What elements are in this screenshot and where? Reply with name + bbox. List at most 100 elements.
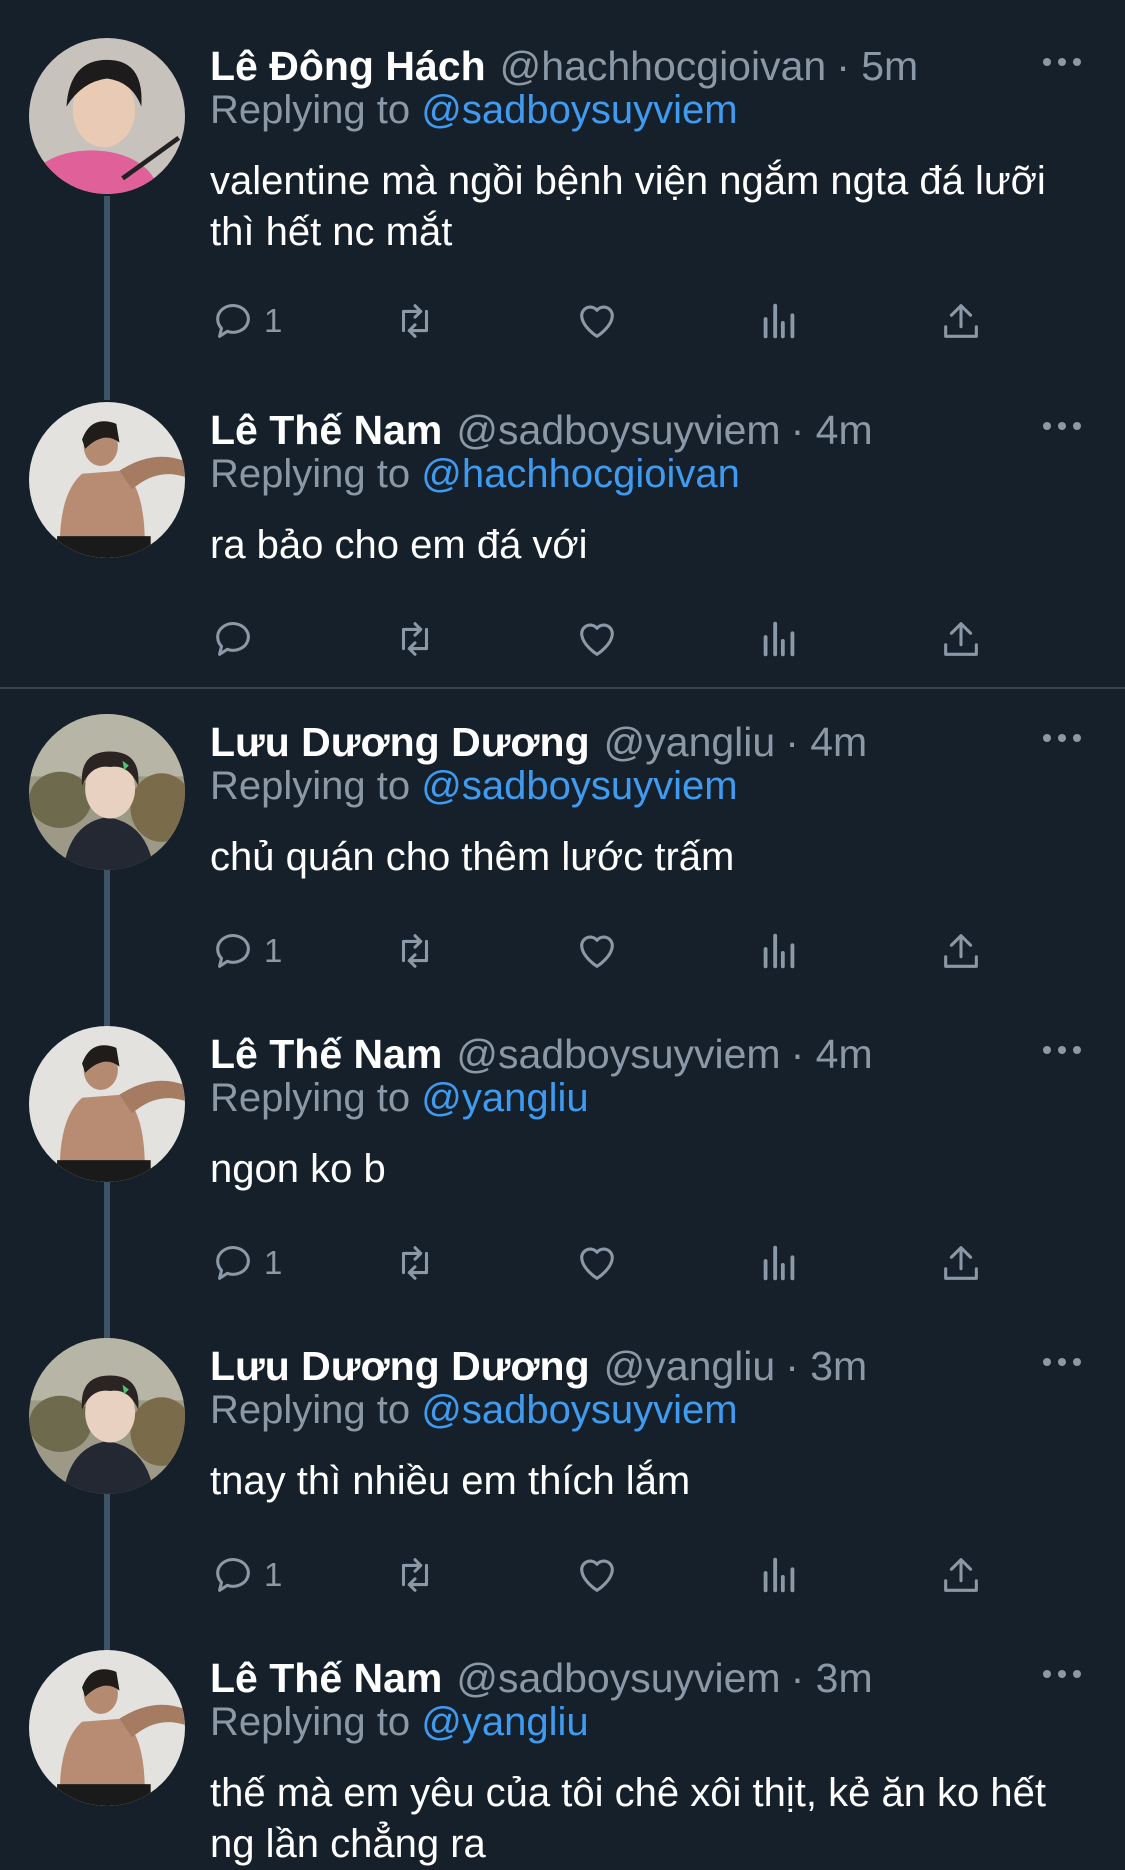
avatar-image bbox=[29, 402, 185, 558]
avatar[interactable] bbox=[29, 402, 185, 558]
share-icon bbox=[944, 1558, 978, 1592]
action-bar: 1 bbox=[210, 926, 1010, 976]
conversation-divider bbox=[0, 687, 1125, 689]
replying-label: Replying to bbox=[210, 452, 411, 496]
share-button[interactable] bbox=[938, 614, 984, 664]
retweet-icon bbox=[401, 934, 429, 968]
replying-label: Replying to bbox=[210, 1700, 411, 1744]
retweet-icon bbox=[401, 1246, 429, 1280]
heart-icon bbox=[580, 1247, 614, 1280]
reply-button[interactable]: 1 bbox=[210, 1550, 282, 1600]
handle[interactable]: @yangliu bbox=[604, 1343, 776, 1390]
reply-button[interactable]: 1 bbox=[210, 1238, 282, 1288]
more-icon[interactable] bbox=[1040, 52, 1084, 72]
mention-link[interactable]: @sadboysuyviem bbox=[421, 1388, 737, 1432]
display-name[interactable]: Lê Thế Nam bbox=[210, 407, 442, 454]
tweet-header: Lê Thế Nam @sadboysuyviem · 4m bbox=[210, 1026, 873, 1082]
like-button[interactable] bbox=[574, 926, 620, 976]
avatar[interactable] bbox=[29, 714, 185, 870]
reply-button[interactable]: 1 bbox=[210, 926, 282, 976]
like-button[interactable] bbox=[574, 614, 620, 664]
analytics-icon bbox=[763, 303, 795, 339]
like-button[interactable] bbox=[574, 1550, 620, 1600]
avatar-image bbox=[29, 38, 185, 194]
heart-icon bbox=[580, 623, 614, 656]
share-icon bbox=[944, 1246, 978, 1280]
tweet-text: valentine mà ngồi bệnh viện ngắm ngta đá… bbox=[210, 159, 1046, 254]
analytics-button[interactable] bbox=[756, 1238, 802, 1288]
analytics-button[interactable] bbox=[756, 926, 802, 976]
mention-link[interactable]: @sadboysuyviem bbox=[421, 88, 737, 132]
display-name[interactable]: Lưu Dương Dương bbox=[210, 719, 590, 766]
replying-to: Replying to @sadboysuyviem bbox=[210, 764, 738, 809]
share-button[interactable] bbox=[938, 926, 984, 976]
reply-icon bbox=[216, 1557, 250, 1592]
replying-to: Replying to @yangliu bbox=[210, 1700, 589, 1745]
retweet-icon bbox=[401, 1558, 429, 1592]
replying-label: Replying to bbox=[210, 88, 411, 132]
retweet-button[interactable] bbox=[392, 1238, 438, 1288]
tweet-header: Lê Thế Nam @sadboysuyviem · 3m bbox=[210, 1650, 873, 1706]
replying-to: Replying to @hachhocgioivan bbox=[210, 452, 740, 497]
reply-icon bbox=[216, 621, 250, 656]
display-name[interactable]: Lê Thế Nam bbox=[210, 1031, 442, 1078]
thread-line bbox=[104, 870, 110, 1030]
retweet-button[interactable] bbox=[392, 614, 438, 664]
share-icon bbox=[944, 622, 978, 656]
handle[interactable]: @sadboysuyviem bbox=[456, 1031, 780, 1078]
tweet-text: ra bảo cho em đá với bbox=[210, 523, 588, 567]
retweet-button[interactable] bbox=[392, 926, 438, 976]
replying-label: Replying to bbox=[210, 1388, 411, 1432]
avatar[interactable] bbox=[29, 1026, 185, 1182]
handle[interactable]: @yangliu bbox=[604, 719, 776, 766]
share-icon bbox=[944, 304, 978, 338]
mention-link[interactable]: @yangliu bbox=[421, 1700, 588, 1744]
handle[interactable]: @sadboysuyviem bbox=[456, 1655, 780, 1702]
like-button[interactable] bbox=[574, 1238, 620, 1288]
reply-button[interactable] bbox=[210, 614, 264, 664]
action-bar bbox=[210, 614, 1010, 664]
display-name[interactable]: Lê Thế Nam bbox=[210, 1655, 442, 1702]
tweet-header: Lê Thế Nam @sadboysuyviem · 4m bbox=[210, 402, 873, 458]
retweet-button[interactable] bbox=[392, 296, 438, 346]
mention-link[interactable]: @sadboysuyviem bbox=[421, 764, 737, 808]
tweet-header: Lê Đông Hách @hachhocgioivan · 5m bbox=[210, 38, 918, 94]
reply-button[interactable]: 1 bbox=[210, 296, 282, 346]
timestamp: · 3m bbox=[790, 1654, 873, 1701]
display-name[interactable]: Lê Đông Hách bbox=[210, 43, 486, 90]
share-button[interactable] bbox=[938, 1238, 984, 1288]
analytics-icon bbox=[763, 1245, 795, 1281]
more-icon[interactable] bbox=[1040, 1664, 1084, 1684]
more-icon[interactable] bbox=[1040, 728, 1084, 748]
reply-count: 1 bbox=[264, 302, 283, 339]
more-icon[interactable] bbox=[1040, 1040, 1084, 1060]
retweet-button[interactable] bbox=[392, 1550, 438, 1600]
retweet-icon bbox=[401, 304, 429, 338]
timestamp: · 3m bbox=[785, 1342, 868, 1389]
analytics-icon bbox=[763, 933, 795, 969]
mention-link[interactable]: @hachhocgioivan bbox=[421, 452, 740, 496]
thread-line bbox=[104, 1494, 110, 1654]
reply-count: 1 bbox=[264, 1556, 283, 1593]
tweet-header: Lưu Dương Dương @yangliu · 4m bbox=[210, 714, 867, 770]
tweet-text: tnay thì nhiều em thích lắm bbox=[210, 1459, 691, 1503]
more-icon[interactable] bbox=[1040, 1352, 1084, 1372]
analytics-icon bbox=[763, 621, 795, 657]
like-button[interactable] bbox=[574, 296, 620, 346]
analytics-button[interactable] bbox=[756, 296, 802, 346]
share-button[interactable] bbox=[938, 1550, 984, 1600]
avatar-image bbox=[29, 1026, 185, 1182]
avatar[interactable] bbox=[29, 38, 185, 194]
handle[interactable]: @sadboysuyviem bbox=[456, 407, 780, 454]
more-icon[interactable] bbox=[1040, 416, 1084, 436]
handle[interactable]: @hachhocgioivan bbox=[500, 43, 827, 90]
analytics-button[interactable] bbox=[756, 614, 802, 664]
mention-link[interactable]: @yangliu bbox=[421, 1076, 588, 1120]
display-name[interactable]: Lưu Dương Dương bbox=[210, 1343, 590, 1390]
tweet-header: Lưu Dương Dương @yangliu · 3m bbox=[210, 1338, 867, 1394]
analytics-button[interactable] bbox=[756, 1550, 802, 1600]
avatar[interactable] bbox=[29, 1650, 185, 1806]
avatar[interactable] bbox=[29, 1338, 185, 1494]
share-button[interactable] bbox=[938, 296, 984, 346]
timestamp: · 4m bbox=[790, 1030, 873, 1077]
